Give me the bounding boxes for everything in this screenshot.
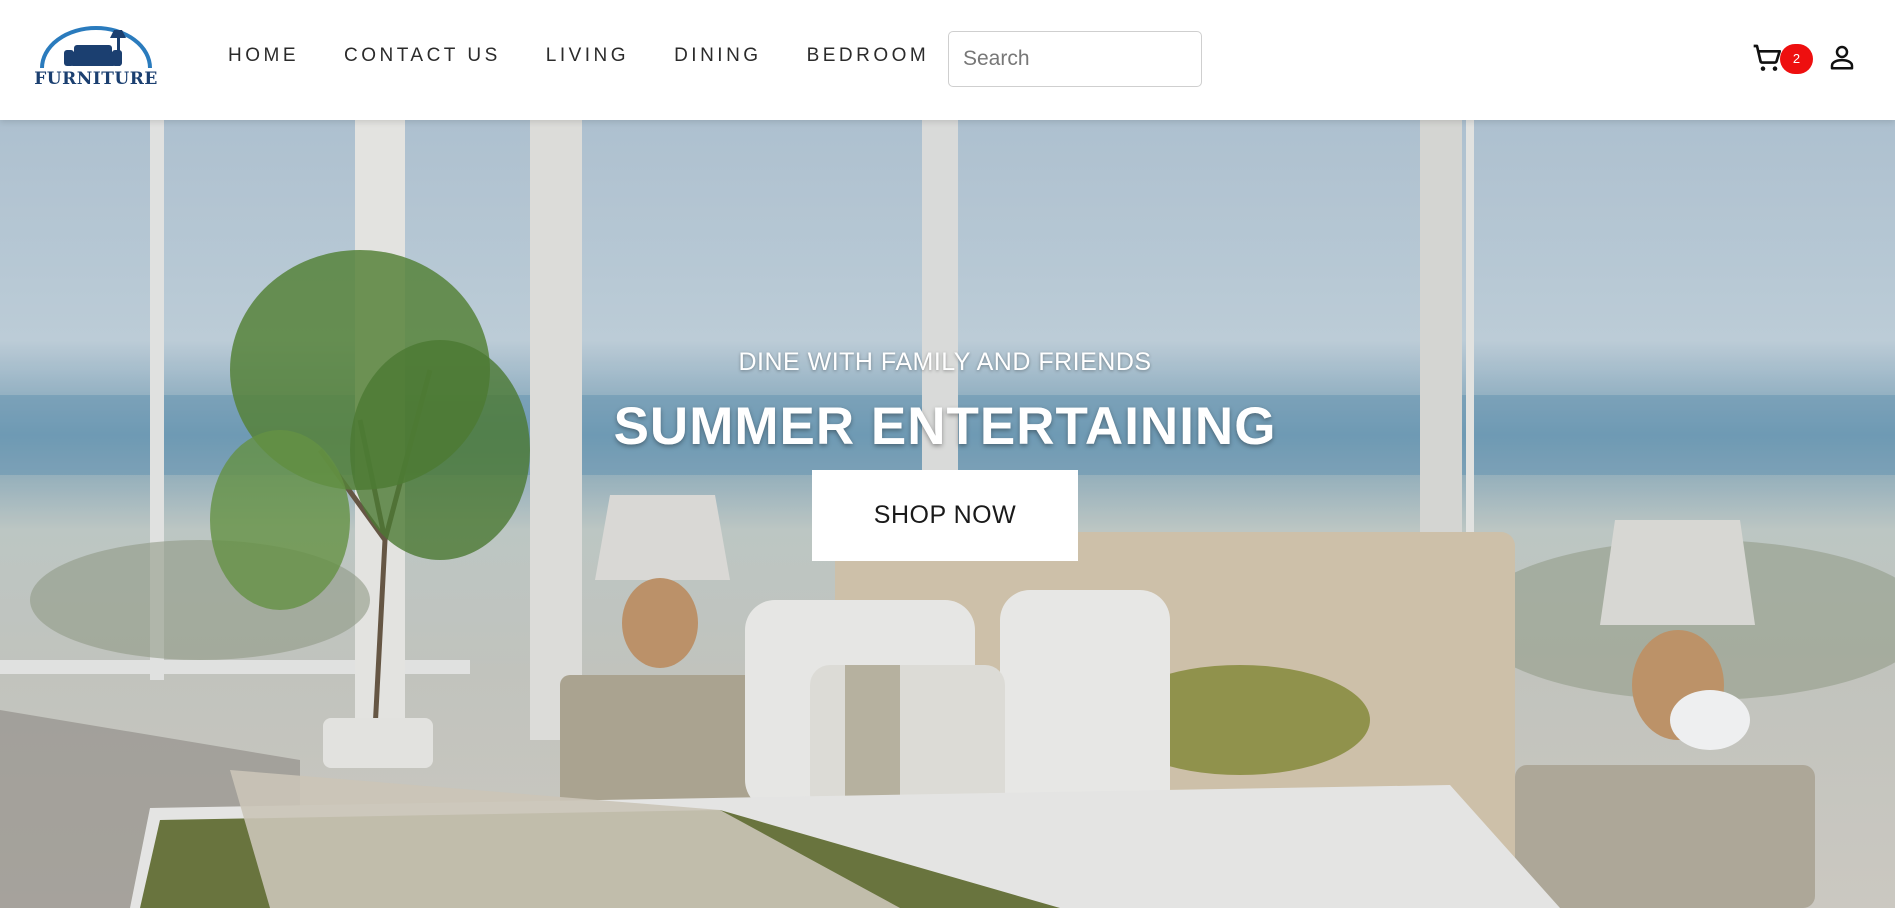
site-header: FURNITURE HOME CONTACT US LIVING DINING …	[0, 0, 1895, 120]
sofa-lamp-logo-icon	[40, 26, 152, 69]
user-icon	[1830, 45, 1854, 70]
nav-item-living[interactable]: LIVING	[546, 44, 629, 68]
search-input[interactable]	[948, 31, 1202, 87]
logo-text: FURNITURE	[34, 69, 158, 89]
cart-count-badge: 2	[1780, 44, 1813, 74]
account-button[interactable]	[1827, 42, 1857, 72]
hero-subtitle: DINE WITH FAMILY AND FRIENDS	[738, 348, 1152, 376]
nav-item-dining[interactable]: DINING	[674, 44, 762, 68]
hero-banner: DINE WITH FAMILY AND FRIENDS SUMMER ENTE…	[0, 120, 1895, 908]
brand-logo[interactable]: FURNITURE	[30, 24, 162, 90]
nav-item-home[interactable]: HOME	[228, 44, 299, 68]
main-nav: HOME CONTACT US LIVING DINING BEDROOM	[228, 44, 974, 68]
cart-icon	[1753, 44, 1781, 71]
nav-item-contact-us[interactable]: CONTACT US	[344, 44, 501, 68]
shop-now-button[interactable]: SHOP NOW	[812, 470, 1078, 561]
hero-title: SUMMER ENTERTAINING	[613, 397, 1277, 456]
nav-item-bedroom[interactable]: BEDROOM	[807, 44, 930, 68]
cart-button[interactable]	[1751, 42, 1783, 74]
